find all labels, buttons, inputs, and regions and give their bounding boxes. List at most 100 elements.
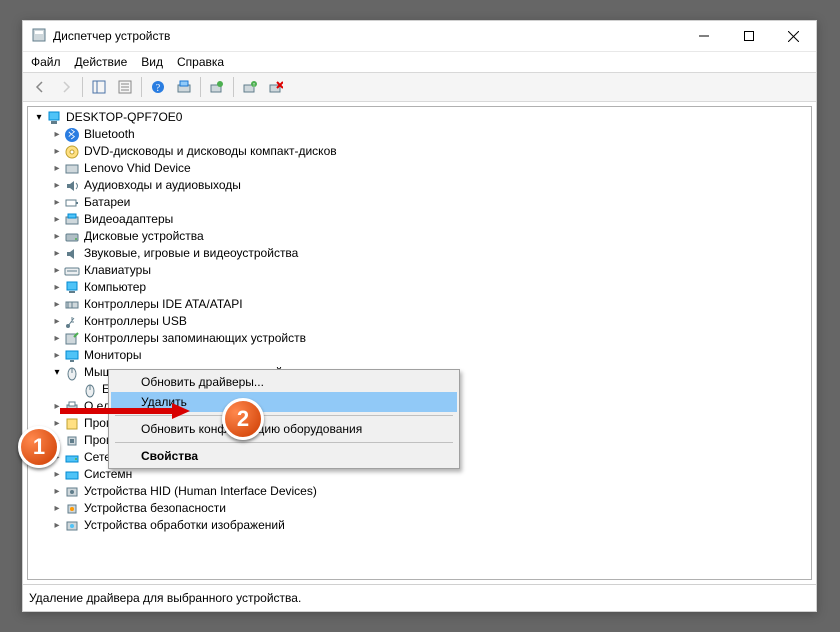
device-manager-window: Диспетчер устройств Файл Действие Вид Сп… [22, 20, 817, 612]
snd-icon [64, 246, 80, 262]
expand-arrow-icon[interactable]: ▸ [50, 262, 64, 279]
tree-item-2[interactable]: ▸Lenovo Vhid Device [28, 160, 811, 177]
tree-item-label: DVD-дисководы и дисководы компакт-дисков [84, 143, 337, 160]
expand-arrow-icon[interactable]: ▸ [50, 313, 64, 330]
tree-item-label: Устройства обработки изображений [84, 517, 285, 534]
tree-item-3[interactable]: ▸ Аудиовходы и аудиовыходы [28, 177, 811, 194]
toolbar-uninstall-button[interactable]: ↑ [237, 75, 263, 99]
tree-item-10[interactable]: ▸Контроллеры IDE ATA/ATAPI [28, 296, 811, 313]
toolbar-help-button[interactable]: ? [145, 75, 171, 99]
usb-icon [64, 314, 80, 330]
expand-arrow-icon[interactable]: ▸ [50, 143, 64, 160]
toolbar-forward-button[interactable] [53, 75, 79, 99]
tree-item-13[interactable]: ▸ Мониторы [28, 347, 811, 364]
tree-item-21[interactable]: ▸ Устройства безопасности [28, 500, 811, 517]
tree-item-label: Батареи [84, 194, 130, 211]
status-bar: Удаление драйвера для выбранного устройс… [23, 584, 816, 611]
device-tree[interactable]: ▾DESKTOP-QPF7OE0▸Bluetooth▸DVD-дисководы… [27, 106, 812, 580]
app-icon [31, 27, 47, 46]
expand-arrow-icon[interactable]: ▸ [50, 466, 64, 483]
context-menu: Обновить драйверы...Удалить Обновить конф… [108, 369, 460, 469]
tree-item-22[interactable]: ▸ Устройства обработки изображений [28, 517, 811, 534]
disk-icon [64, 229, 80, 245]
tree-root[interactable]: ▾DESKTOP-QPF7OE0 [28, 109, 811, 126]
minimize-button[interactable] [681, 21, 726, 51]
svg-text:?: ? [156, 83, 161, 94]
tree-item-label: Устройства безопасности [84, 500, 226, 517]
toolbar-showhide-button[interactable] [86, 75, 112, 99]
context-menu-item-1[interactable]: Удалить [111, 392, 457, 412]
expand-arrow-icon[interactable]: ▸ [50, 194, 64, 211]
mouse-icon [64, 365, 80, 381]
mouse-icon [82, 382, 98, 398]
expand-arrow-icon[interactable]: ▸ [50, 398, 64, 415]
context-menu-item-5[interactable]: Свойства [111, 446, 457, 466]
expand-arrow-icon[interactable]: ▸ [50, 415, 64, 432]
disc-icon [64, 144, 80, 160]
tree-item-11[interactable]: ▸Контроллеры USB [28, 313, 811, 330]
menu-help[interactable]: Справка [177, 55, 224, 69]
expand-arrow-icon[interactable]: ▸ [50, 279, 64, 296]
expand-arrow-icon[interactable]: ▸ [50, 330, 64, 347]
expand-arrow-icon[interactable]: ▸ [50, 296, 64, 313]
tree-item-label: Аудиовходы и аудиовыходы [84, 177, 241, 194]
tree-item-8[interactable]: ▸ Клавиатуры [28, 262, 811, 279]
tree-item-6[interactable]: ▸Дисковые устройства [28, 228, 811, 245]
svg-text:↑: ↑ [252, 82, 256, 89]
expand-arrow-icon[interactable]: ▸ [50, 483, 64, 500]
expand-arrow-icon[interactable]: ▸ [50, 211, 64, 228]
toolbar-properties-button[interactable] [112, 75, 138, 99]
maximize-button[interactable] [726, 21, 771, 51]
sec-icon [64, 501, 80, 517]
context-menu-item-0[interactable]: Обновить драйверы... [111, 372, 457, 392]
expand-arrow-icon[interactable]: ▸ [50, 432, 64, 449]
close-button[interactable] [771, 21, 816, 51]
expand-arrow-icon[interactable]: ▸ [50, 347, 64, 364]
net-icon [64, 450, 80, 466]
context-menu-separator [115, 442, 453, 443]
toolbar-disable-button[interactable] [263, 75, 289, 99]
tree-item-20[interactable]: ▸ Устройства HID (Human Interface Devices… [28, 483, 811, 500]
context-menu-separator [115, 415, 453, 416]
tree-item-label: Клавиатуры [84, 262, 151, 279]
tree-item-0[interactable]: ▸Bluetooth [28, 126, 811, 143]
window-title: Диспетчер устройств [53, 29, 170, 43]
pc-icon [64, 280, 80, 296]
status-text: Удаление драйвера для выбранного устройс… [29, 591, 301, 605]
tree-item-9[interactable]: ▸Компьютер [28, 279, 811, 296]
expand-arrow-icon[interactable]: ▸ [50, 517, 64, 534]
tree-item-7[interactable]: ▸Звуковые, игровые и видеоустройства [28, 245, 811, 262]
expand-arrow-icon[interactable]: ▸ [50, 177, 64, 194]
tree-item-label: Мониторы [84, 347, 141, 364]
stor-icon [64, 331, 80, 347]
bat-icon [64, 195, 80, 211]
toolbar-update-button[interactable] [204, 75, 230, 99]
expand-arrow-icon[interactable]: ▸ [50, 228, 64, 245]
menu-action[interactable]: Действие [75, 55, 128, 69]
toolbar-back-button[interactable] [27, 75, 53, 99]
tree-item-5[interactable]: ▸Видеоадаптеры [28, 211, 811, 228]
context-menu-item-3[interactable]: Обновить конфигурацию оборудования [111, 419, 457, 439]
print-icon [64, 399, 80, 415]
expand-arrow-icon[interactable]: ▸ [50, 126, 64, 143]
expand-arrow-icon[interactable]: ▸ [50, 449, 64, 466]
tree-item-12[interactable]: ▸Контроллеры запоминающих устройств [28, 330, 811, 347]
gpu-icon [64, 212, 80, 228]
expand-arrow-icon[interactable]: ▾ [32, 109, 46, 126]
expand-arrow-icon[interactable]: ▾ [50, 364, 64, 381]
toolbar: ? ↑ [23, 72, 816, 102]
toolbar-scan-button[interactable] [171, 75, 197, 99]
expand-arrow-icon[interactable]: ▸ [50, 245, 64, 262]
mon-icon [64, 348, 80, 364]
cpu-icon [64, 433, 80, 449]
bt-icon [64, 127, 80, 143]
menu-file[interactable]: Файл [31, 55, 61, 69]
audio-icon [64, 178, 80, 194]
expand-arrow-icon[interactable]: ▸ [50, 500, 64, 517]
tree-item-label: Устройства HID (Human Interface Devices) [84, 483, 317, 500]
menu-view[interactable]: Вид [141, 55, 163, 69]
tree-item-4[interactable]: ▸ Батареи [28, 194, 811, 211]
root-icon [46, 110, 62, 126]
tree-item-1[interactable]: ▸ DVD-дисководы и дисководы компакт-диско… [28, 143, 811, 160]
expand-arrow-icon[interactable]: ▸ [50, 160, 64, 177]
